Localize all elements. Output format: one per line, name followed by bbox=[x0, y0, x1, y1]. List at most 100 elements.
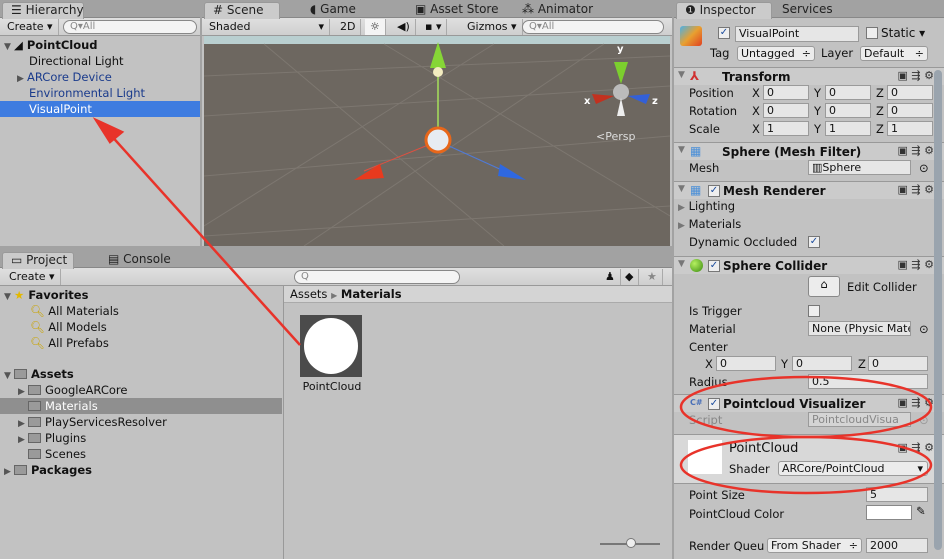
item-label: All Prefabs bbox=[48, 336, 109, 350]
list-item-selected[interactable]: VisualPoint bbox=[0, 101, 200, 117]
scene-search-input[interactable]: Q▾All bbox=[522, 20, 664, 34]
favorite-star-icon[interactable]: ★ bbox=[642, 269, 663, 285]
layer-dropdown[interactable]: Default ÷ bbox=[860, 46, 928, 61]
y-input[interactable]: 1 bbox=[825, 121, 871, 136]
favorite-item[interactable]: 🔍︎ All Models bbox=[0, 319, 282, 335]
component-menu-icons[interactable]: ▣ ⇶ ⚙ bbox=[898, 183, 934, 196]
tab-project[interactable]: ▭ Project bbox=[2, 252, 74, 269]
create-button[interactable]: Create ▾ bbox=[2, 19, 59, 35]
object-picker-icon[interactable]: ⊙ bbox=[919, 161, 929, 175]
y-input[interactable]: 0 bbox=[825, 85, 871, 100]
breadcrumb-assets[interactable]: Assets bbox=[290, 287, 327, 301]
radius-input[interactable]: 0.5 bbox=[808, 374, 928, 389]
list-item[interactable]: ▶ ARCore Device bbox=[0, 69, 200, 85]
scene-root[interactable]: ▼ ◢ PointCloud bbox=[0, 37, 200, 53]
search-icon: 🔍︎ bbox=[30, 336, 45, 350]
effects-dropdown-icon[interactable]: ▪ ▾ bbox=[420, 19, 448, 35]
project-search-input[interactable]: Q bbox=[294, 270, 460, 284]
favorites-header[interactable]: ▼ ★ Favorites bbox=[0, 287, 282, 303]
enabled-checkbox[interactable]: ✓ bbox=[708, 260, 720, 272]
x-input[interactable]: 1 bbox=[763, 121, 809, 136]
object-picker-icon[interactable]: ⊙ bbox=[919, 322, 929, 336]
shading-dropdown[interactable]: Shaded ▾ bbox=[204, 19, 330, 35]
favorite-item[interactable]: 🔍︎ All Prefabs bbox=[0, 335, 282, 351]
edit-collider-button[interactable]: ⌂ bbox=[808, 276, 840, 297]
audio-toggle-icon[interactable]: ◀) bbox=[392, 19, 416, 35]
component-menu-icons[interactable]: ▣ ⇶ ⚙ bbox=[898, 396, 934, 409]
point-size-input[interactable]: 5 bbox=[866, 487, 928, 502]
shader-dropdown[interactable]: ARCore/PointCloud ▾ bbox=[778, 461, 928, 476]
projection-label[interactable]: <Persp bbox=[596, 130, 635, 143]
packages-header[interactable]: ▶ Packages bbox=[0, 462, 282, 478]
icon-size-slider[interactable] bbox=[600, 538, 660, 548]
physic-material-field[interactable]: None (Physic Mate bbox=[808, 321, 911, 336]
x-input[interactable]: 0 bbox=[763, 103, 809, 118]
static-checkbox[interactable] bbox=[866, 27, 878, 39]
visualpoint-sphere[interactable] bbox=[424, 126, 452, 154]
folder-item[interactable]: ▶ PlayServicesResolver bbox=[0, 414, 282, 430]
favorite-item[interactable]: 🔍︎ All Materials bbox=[0, 303, 282, 319]
object-name-input[interactable]: VisualPoint bbox=[735, 26, 859, 42]
materials-foldout[interactable]: ▶ Materials bbox=[678, 217, 741, 231]
tab-game[interactable]: ◖ Game bbox=[302, 2, 364, 19]
is-trigger-checkbox[interactable] bbox=[808, 305, 820, 317]
tab-hierarchy[interactable]: ☰ Hierarchy bbox=[2, 2, 84, 19]
mesh-field[interactable]: ▥Sphere bbox=[808, 160, 911, 175]
sphere-collider-header[interactable]: ▼ ✓ Sphere Collider ▣ ⇶ ⚙ bbox=[674, 256, 944, 274]
y-input[interactable]: 0 bbox=[825, 103, 871, 118]
z-input[interactable]: 1 bbox=[887, 121, 933, 136]
inspector-scrollbar[interactable] bbox=[934, 70, 942, 550]
enabled-checkbox[interactable]: ✓ bbox=[708, 185, 720, 197]
component-menu-icons[interactable]: ▣ ⇶ ⚙ bbox=[898, 69, 934, 82]
hierarchy-search-input[interactable]: Q▾All bbox=[63, 20, 197, 34]
component-menu-icons[interactable]: ▣ ⇶ ⚙ bbox=[898, 441, 934, 454]
color-swatch[interactable] bbox=[866, 505, 912, 520]
material-header[interactable]: PointCloud ▣ ⇶ ⚙ Shader ARCore/PointClou… bbox=[674, 434, 944, 484]
scene-viewport[interactable]: y x z <Persp bbox=[204, 36, 670, 246]
folder-item[interactable]: Scenes bbox=[0, 446, 282, 462]
object-picker-icon[interactable]: ⊙ bbox=[919, 413, 929, 427]
tab-scene[interactable]: # Scene bbox=[204, 2, 280, 19]
x-input[interactable]: 0 bbox=[763, 85, 809, 100]
folder-item-selected[interactable]: Materials bbox=[0, 398, 282, 414]
z-input[interactable]: 0 bbox=[887, 103, 933, 118]
eyedropper-icon[interactable]: ✎ bbox=[916, 504, 926, 518]
gizmos-dropdown[interactable]: Gizmos ▾ bbox=[462, 19, 523, 35]
enabled-checkbox[interactable]: ✓ bbox=[708, 398, 720, 410]
lighting-foldout[interactable]: ▶ Lighting bbox=[678, 199, 735, 213]
center-y-input[interactable]: 0 bbox=[792, 356, 852, 371]
tab-animator[interactable]: ⁂ Animator bbox=[514, 2, 601, 19]
tag-dropdown[interactable]: Untagged ÷ bbox=[737, 46, 815, 61]
z-input[interactable]: 0 bbox=[887, 85, 933, 100]
static-label[interactable]: Static ▾ bbox=[881, 26, 925, 40]
dynamic-occluded-checkbox[interactable]: ✓ bbox=[808, 236, 820, 248]
create-button[interactable]: Create ▾ bbox=[4, 269, 61, 285]
folder-item[interactable]: ▶ Plugins bbox=[0, 430, 282, 446]
filter-label-icon[interactable]: ◆ bbox=[620, 269, 640, 285]
tab-inspector[interactable]: ❶ Inspector bbox=[676, 2, 772, 19]
tab-console[interactable]: ▤ Console bbox=[100, 252, 179, 269]
center-x-input[interactable]: 0 bbox=[716, 356, 776, 371]
list-item[interactable]: Environmental Light bbox=[0, 85, 200, 101]
component-menu-icons[interactable]: ▣ ⇶ ⚙ bbox=[898, 144, 934, 157]
folder-item[interactable]: ▶ GoogleARCore bbox=[0, 382, 282, 398]
transform-header[interactable]: ▼ ⅄ Transform ▣ ⇶ ⚙ bbox=[674, 67, 944, 85]
active-checkbox[interactable]: ✓ bbox=[718, 27, 730, 39]
assets-header[interactable]: ▼ Assets bbox=[0, 366, 282, 382]
lighting-toggle-icon[interactable]: ☼ bbox=[365, 19, 386, 35]
component-menu-icons[interactable]: ▣ ⇶ ⚙ bbox=[898, 258, 934, 271]
render-queue-input[interactable]: 2000 bbox=[866, 538, 928, 553]
mesh-renderer-header[interactable]: ▼ ▦ ✓ Mesh Renderer ▣ ⇶ ⚙ bbox=[674, 181, 944, 199]
visualizer-header[interactable]: C# ✓ Pointcloud Visualizer ▣ ⇶ ⚙ bbox=[674, 394, 944, 412]
mesh-filter-header[interactable]: ▼ ▦ Sphere (Mesh Filter) ▣ ⇶ ⚙ bbox=[674, 142, 944, 160]
tab-services[interactable]: Services bbox=[774, 2, 841, 19]
list-item[interactable]: Directional Light bbox=[0, 53, 200, 69]
center-z-input[interactable]: 0 bbox=[868, 356, 928, 371]
tab-asset-store[interactable]: ▣ Asset Store bbox=[407, 2, 507, 19]
filter-type-icon[interactable]: ♟ bbox=[600, 269, 621, 285]
asset-pointcloud[interactable]: PointCloud bbox=[300, 315, 364, 393]
breadcrumb-materials[interactable]: Materials bbox=[341, 287, 402, 301]
render-queue-mode-dropdown[interactable]: From Shader ÷ bbox=[767, 538, 862, 553]
render-queue-label: Render Queu bbox=[689, 539, 765, 553]
2d-toggle[interactable]: 2D bbox=[335, 19, 362, 35]
